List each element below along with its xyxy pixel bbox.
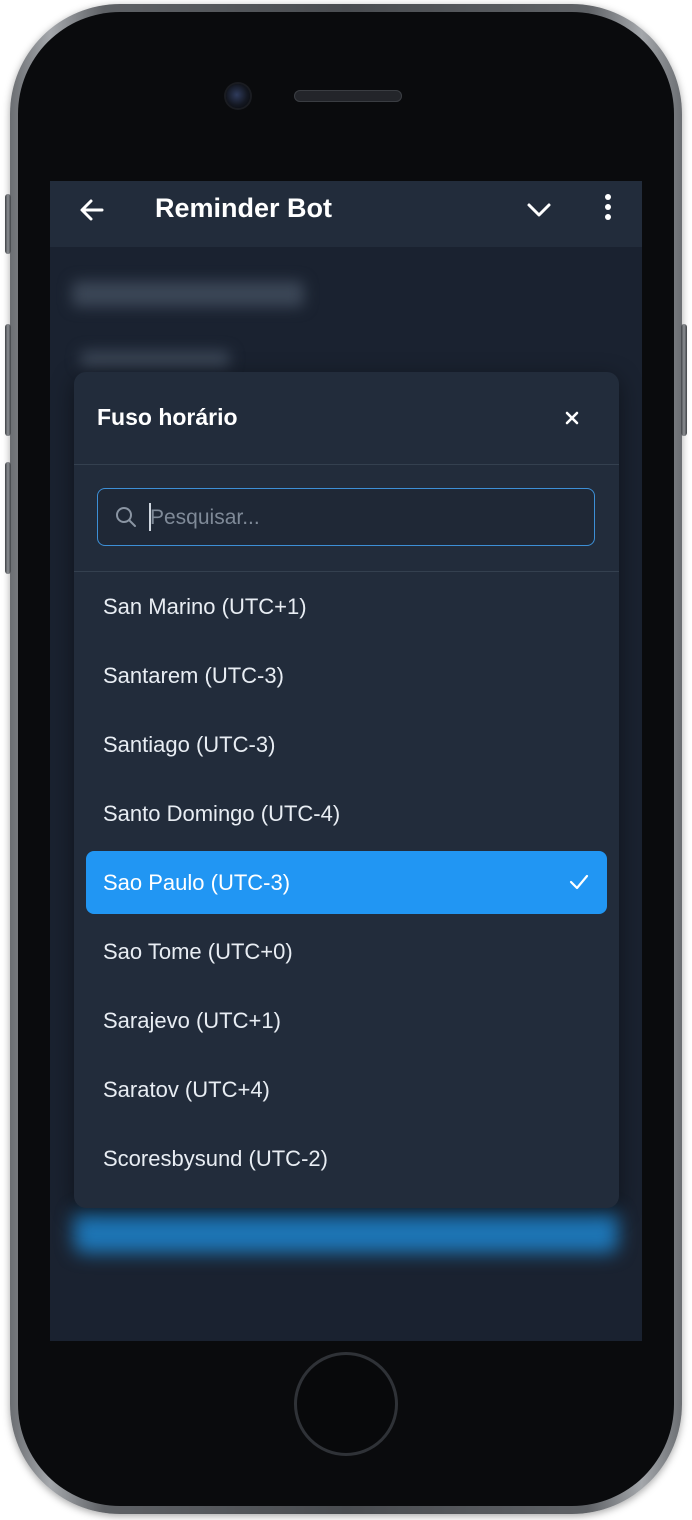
volume-down-button bbox=[5, 462, 11, 574]
background-text-blurred bbox=[72, 281, 304, 307]
app-title: Reminder Bot bbox=[155, 193, 333, 223]
timezone-option[interactable]: San Marino (UTC+1) bbox=[74, 572, 619, 641]
background-button-blurred bbox=[74, 1211, 618, 1253]
search-icon bbox=[115, 506, 137, 528]
close-icon[interactable] bbox=[558, 404, 586, 432]
timezone-option-label: Saratov (UTC+4) bbox=[103, 1077, 270, 1102]
timezone-option[interactable]: Santiago (UTC-3) bbox=[74, 710, 619, 779]
timezone-option[interactable]: Saratov (UTC+4) bbox=[74, 1055, 619, 1124]
timezone-option-label: Sarajevo (UTC+1) bbox=[103, 1008, 281, 1033]
volume-up-button bbox=[5, 324, 11, 436]
front-camera bbox=[226, 84, 250, 108]
more-vertical-icon[interactable] bbox=[598, 193, 618, 223]
timezone-option[interactable]: Sao Tome (UTC+0) bbox=[74, 917, 619, 986]
timezone-option-label: Santo Domingo (UTC-4) bbox=[103, 801, 341, 826]
timezone-option-selected[interactable]: Sao Paulo (UTC-3) bbox=[74, 848, 619, 917]
timezone-option-label: San Marino (UTC+1) bbox=[103, 594, 307, 619]
search-field[interactable] bbox=[97, 488, 595, 546]
chevron-down-icon[interactable] bbox=[526, 197, 552, 223]
search-input[interactable] bbox=[148, 499, 582, 537]
timezone-option[interactable]: Santo Domingo (UTC-4) bbox=[74, 779, 619, 848]
home-button[interactable] bbox=[294, 1352, 398, 1456]
search-section bbox=[74, 465, 619, 572]
dialog-header: Fuso horário bbox=[74, 372, 619, 465]
timezone-option-label: Santiago (UTC-3) bbox=[103, 732, 276, 757]
timezone-option[interactable]: Sarajevo (UTC+1) bbox=[74, 986, 619, 1055]
earpiece-speaker bbox=[294, 90, 402, 102]
mute-switch bbox=[5, 194, 11, 254]
timezone-option-label: Scoresbysund (UTC-2) bbox=[103, 1146, 328, 1171]
dialog-title: Fuso horário bbox=[97, 404, 238, 430]
timezone-option-label: Santarem (UTC-3) bbox=[103, 663, 284, 688]
background-label-blurred bbox=[80, 351, 230, 367]
app-bar: Reminder Bot bbox=[50, 181, 642, 247]
timezone-dialog: Fuso horário San Marino (UTC+1)Santare bbox=[74, 372, 619, 1208]
arrow-left-icon[interactable] bbox=[78, 196, 106, 224]
timezone-option[interactable]: Scoresbysund (UTC-2) bbox=[74, 1124, 619, 1193]
app-screen: Reminder Bot Fuso horário Pesquisar... S… bbox=[50, 181, 642, 1341]
timezone-option-label: Sao Paulo (UTC-3) bbox=[103, 870, 291, 895]
timezone-option-label: Sao Tome (UTC+0) bbox=[103, 939, 293, 964]
timezone-list: San Marino (UTC+1) Santarem (UTC-3) Santia… bbox=[74, 572, 619, 1193]
timezone-option[interactable]: Santarem (UTC-3) bbox=[74, 641, 619, 710]
text-cursor bbox=[149, 503, 151, 531]
power-button bbox=[681, 324, 687, 436]
check-icon bbox=[567, 870, 591, 894]
